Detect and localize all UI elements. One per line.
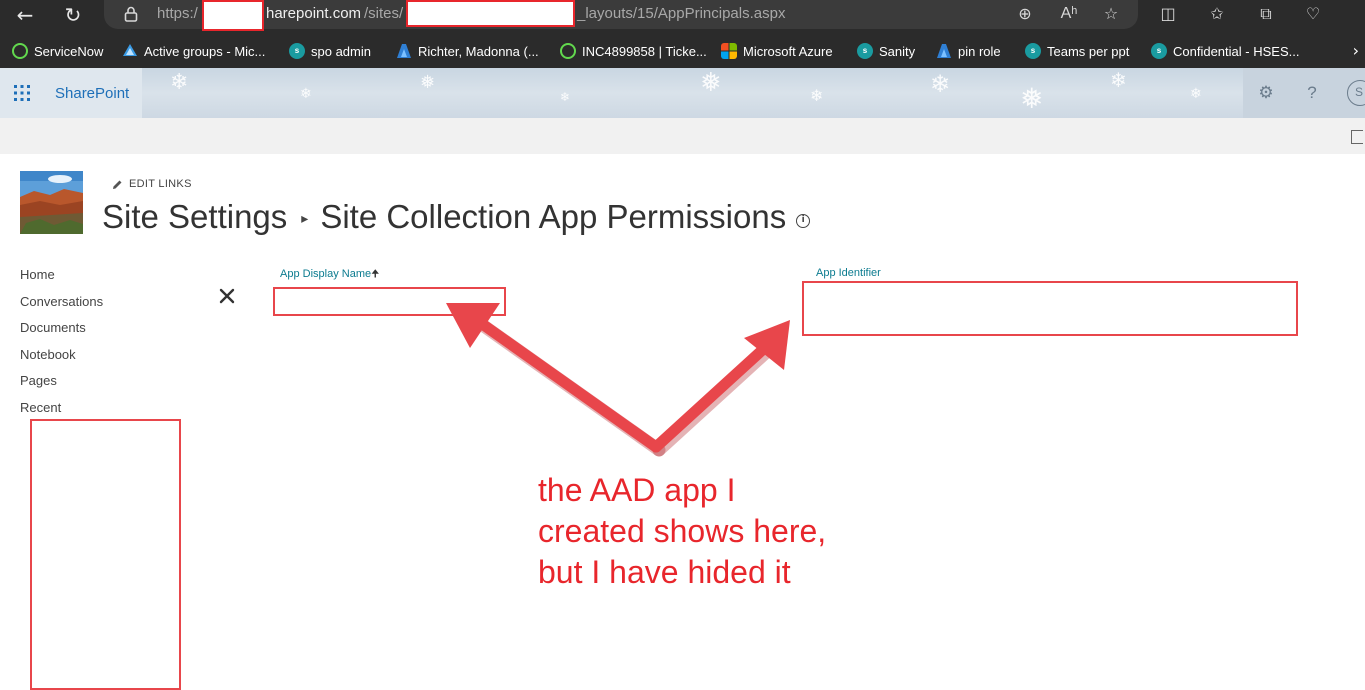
column-header-label: App Display Name (280, 268, 372, 280)
redacted-app-name (273, 287, 506, 316)
waffle-icon[interactable] (14, 85, 30, 101)
gear-icon[interactable]: ⚙ (1255, 82, 1277, 104)
favorite-confidential[interactable]: s Confidential - HSES... (1151, 42, 1299, 60)
url-scheme: https:/ (157, 5, 198, 22)
snowflake-decoration: ❄ (930, 70, 951, 98)
annotation-line: created shows here, (538, 513, 827, 549)
favorite-incident[interactable]: INC4899858 | Ticke... (560, 42, 707, 60)
snowflake-decoration: ❅ (420, 72, 436, 93)
page-root: ← ↻ https:/ harepoint.com /sites/ _layou… (0, 0, 1365, 690)
arrow-to-identifier (650, 320, 790, 457)
favorite-label: spo admin (311, 43, 371, 59)
snowflake-decoration: ❅ (1020, 82, 1044, 115)
sharepoint-icon: s (1151, 43, 1167, 59)
annotation-line: the AAD app I (538, 472, 736, 508)
nav-notebook[interactable]: Notebook (20, 346, 103, 373)
favorite-teams-per-ppt[interactable]: s Teams per ppt (1025, 42, 1129, 60)
collections-icon[interactable]: ⧉ (1255, 4, 1277, 24)
azure-icon (397, 44, 411, 58)
favorite-label: Confidential - HSES... (1173, 43, 1300, 59)
snowflake-decoration: ❄ (560, 90, 571, 104)
favorite-servicenow[interactable]: ServiceNow (12, 42, 103, 60)
breadcrumb-site-settings[interactable]: Site Settings (102, 198, 287, 236)
focus-content-icon[interactable] (1351, 130, 1363, 144)
favorite-label: Active groups - Mic... (144, 43, 266, 59)
annotation-text: the AAD app I created shows here, but I … (538, 470, 898, 593)
back-arrow-icon[interactable]: ← (12, 4, 38, 26)
suite-actions: ⚙ ? S (1243, 68, 1365, 118)
nav-conversations[interactable]: Conversations (20, 293, 103, 320)
nav-home[interactable]: Home (20, 266, 103, 293)
page-title: Site Settings ▸ Site Collection App Perm… (102, 198, 811, 236)
edit-links[interactable]: EDIT LINKS (112, 178, 192, 190)
url-path: _layouts/15/AppPrincipals.aspx (577, 5, 786, 22)
close-icon[interactable] (219, 288, 235, 304)
url-sites: /sites/ (364, 5, 404, 22)
favorite-pin-role[interactable]: pin role (936, 42, 1001, 60)
edit-links-label: EDIT LINKS (129, 178, 192, 190)
redacted-site-name (406, 0, 575, 27)
suite-bar: ❄ ❄ ❅ ❄ ❅ ❄ ❄ ❅ ❄ ❄ SharePoint ⚙ ? S (0, 68, 1365, 118)
favorite-richter[interactable]: Richter, Madonna (... (396, 42, 539, 60)
favorite-label: Sanity (879, 43, 916, 59)
chevron-right-icon[interactable]: › (1353, 41, 1359, 60)
microsoft-icon (721, 43, 737, 59)
lock-icon (124, 6, 138, 22)
zoom-icon[interactable]: ⊕ (1014, 4, 1036, 24)
azure-icon (937, 44, 951, 58)
redacted-nav-items (30, 419, 181, 690)
read-aloud-icon[interactable]: Aʰ (1058, 4, 1080, 24)
sort-ascending-icon: 🠉 (371, 269, 380, 280)
column-header-app-identifier[interactable]: App Identifier (816, 267, 881, 279)
servicenow-icon (12, 43, 28, 59)
favorite-microsoft-azure[interactable]: Microsoft Azure (721, 42, 833, 60)
info-icon[interactable]: i (796, 214, 811, 228)
browser-health-icon[interactable]: ♡ (1302, 4, 1324, 24)
azure-ad-icon (123, 44, 137, 56)
ribbon-bar (0, 118, 1365, 154)
favorite-label: INC4899858 | Ticke... (582, 43, 707, 59)
url-domain: harepoint.com (266, 5, 362, 22)
snowflake-decoration: ❄ (1110, 68, 1127, 92)
sharepoint-icon: s (857, 43, 873, 59)
sharepoint-brand[interactable]: SharePoint (55, 85, 129, 102)
help-icon[interactable]: ? (1301, 82, 1323, 104)
browser-address-row: ← ↻ https:/ harepoint.com /sites/ _layou… (0, 0, 1365, 34)
avatar[interactable]: S (1347, 80, 1365, 106)
column-header-display-name[interactable]: App Display Name🠉 (280, 267, 379, 284)
arrow-to-display-name (446, 303, 666, 457)
nav-pages[interactable]: Pages (20, 372, 103, 399)
breadcrumb-current: Site Collection App Permissions (320, 198, 787, 235)
quick-launch: Home Conversations Documents Notebook Pa… (20, 266, 103, 425)
nav-documents[interactable]: Documents (20, 319, 103, 346)
favorite-active-groups[interactable]: Active groups - Mic... (122, 42, 265, 60)
site-logo[interactable] (20, 171, 83, 234)
sharepoint-icon: s (289, 43, 305, 59)
snowflake-decoration: ❄ (1190, 86, 1202, 102)
favorite-label: ServiceNow (34, 43, 104, 59)
snowflake-decoration: ❅ (700, 68, 722, 98)
annotation-line: but I have hided it (538, 554, 791, 590)
snowflake-decoration: ❄ (170, 70, 189, 95)
app-launcher-area: SharePoint (0, 68, 142, 118)
favorite-spo-admin[interactable]: s spo admin (289, 42, 371, 60)
split-screen-icon[interactable]: ◫ (1157, 4, 1179, 24)
servicenow-icon (560, 43, 576, 59)
favorites-bar: ServiceNow Active groups - Mic... s spo … (0, 34, 1365, 68)
refresh-icon[interactable]: ↻ (60, 4, 86, 26)
redacted-tenant (202, 0, 264, 31)
snowflake-decoration: ❄ (810, 86, 824, 105)
snowflake-decoration: ❄ (300, 86, 312, 102)
sharepoint-icon: s (1025, 43, 1041, 59)
redacted-app-identifier (802, 281, 1298, 336)
favorite-label: pin role (958, 43, 1001, 59)
favorite-sanity[interactable]: s Sanity (857, 42, 915, 60)
favorites-icon[interactable]: ✩ (1206, 4, 1228, 24)
favorite-star-icon[interactable]: ☆ (1100, 4, 1122, 24)
favorite-label: Teams per ppt (1047, 43, 1130, 59)
pencil-icon (113, 180, 122, 189)
favorite-label: Microsoft Azure (743, 43, 833, 59)
breadcrumb-separator-icon: ▸ (301, 209, 309, 226)
favorite-label: Richter, Madonna (... (418, 43, 539, 59)
